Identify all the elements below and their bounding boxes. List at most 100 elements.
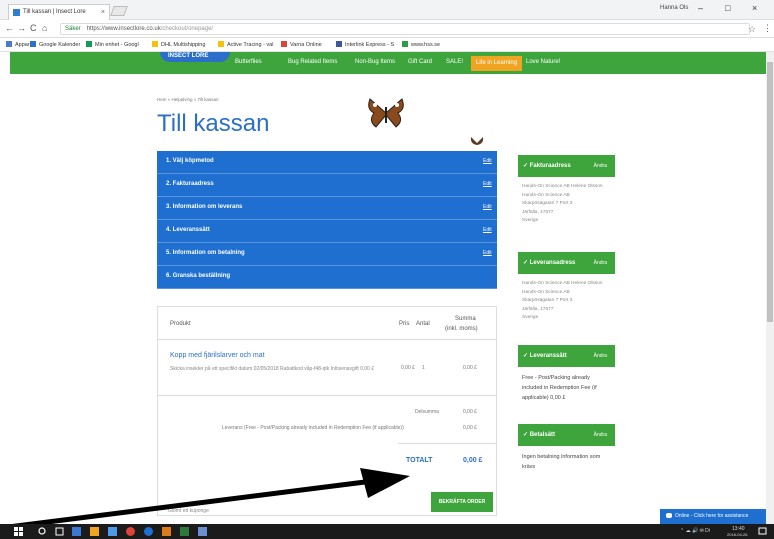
payment-method-edit[interactable]: Ändra [594,432,607,438]
minimize-icon[interactable]: – [698,3,703,13]
step-shipping-info[interactable]: 3. Information om leverans Edit [157,197,497,220]
step-label: 2. Fakturaadress [166,181,214,187]
windows-start-icon[interactable] [14,527,23,536]
taskbar-app-icon[interactable] [180,527,189,536]
live-chat-button[interactable]: Online - Click here for assistance [660,509,766,524]
system-tray[interactable]: ⌃ ☁ 🔊 ✉ Di [680,528,710,534]
payment-method-header: ✓ Betalsätt Ändra [518,424,615,446]
clock-date[interactable]: 2018-04-26 [727,532,747,537]
taskbar-app-icon[interactable] [108,527,117,536]
col-product: Produkt [170,321,191,327]
bookmark-item[interactable]: Min enhet - Googl [86,41,139,48]
payment-method-body: Ingen betalning information som krävs [518,446,615,472]
bookmark-label: Google Kalender [39,42,81,48]
step-edit-link[interactable]: Edit [483,181,492,187]
step-label: 3. Information om leverans [166,204,243,210]
payment-method-title: ✓ Betalsätt [523,432,556,438]
forward-icon[interactable]: → [17,23,26,33]
nav-love-nature[interactable]: Love Nature! [526,59,560,65]
bookmark-item[interactable]: Active Tracing - val [218,41,273,48]
address-line: Sverige [522,315,539,320]
step-edit-link[interactable]: Edit [483,204,492,210]
new-tab-button[interactable] [110,6,128,16]
bookmark-favicon-icon [86,41,92,47]
step-edit-link[interactable]: Edit [483,227,492,233]
billing-address-edit[interactable]: Ändra [594,163,607,169]
chrome-icon[interactable] [126,527,135,536]
step-purchase-method[interactable]: 1. Välj köpmetod Edit [157,151,497,174]
step-label: 1. Välj köpmetod [166,158,214,164]
shipping-method-edit[interactable]: Ändra [594,353,607,359]
breadcrumb[interactable]: Hem » Helpalving » Till kassan [157,97,219,102]
nav-butterflies[interactable]: Butterflies [235,59,262,65]
logo-text: INSECT LORE [168,53,209,59]
billing-address-header: ✓ Fakturaadress Ändra [518,155,615,177]
divider [398,443,496,444]
product-qty: 1 [422,365,425,371]
file-explorer-icon[interactable] [90,527,99,536]
nav-non-bug-items[interactable]: Non-Bug Items [355,59,395,65]
product-price: 0,00 £ [401,365,415,371]
back-icon[interactable]: ← [5,23,14,33]
total-value: 0,00 £ [463,457,483,464]
address-bar-row: ← → C ⌂ Säker https://www.insectlore.co.u… [0,20,774,38]
bookmark-favicon-icon [336,41,342,47]
divider [158,339,496,340]
taskbar-app-icon[interactable] [198,527,207,536]
step-label: 5. Information om betalning [166,250,245,256]
tab-close-icon[interactable]: × [101,5,105,20]
close-window-icon[interactable]: × [752,3,757,13]
step-edit-link[interactable]: Edit [483,250,492,256]
bookmark-label: Min enhet - Googl [95,42,139,48]
notifications-icon[interactable] [758,527,767,536]
step-billing-address[interactable]: 2. Fakturaadress Edit [157,174,497,197]
browser-tab[interactable]: Till kassan | Insect Lore × [8,4,110,20]
billing-address-summary: ✓ Fakturaadress Ändra Hands-On Science A… [518,155,615,226]
profile-name[interactable]: Hanna Ols [660,5,688,11]
bookmark-item[interactable]: Google Kalender [30,41,80,48]
butterfly-decoration-icon [368,98,404,128]
nav-gift-card[interactable]: Gift Card [408,59,432,65]
step-shipping-method[interactable]: 4. Leveranssätt Edit [157,220,497,243]
bookmark-item[interactable]: DHL Multishipping [152,41,205,48]
taskbar-app-icon[interactable] [162,527,171,536]
site-logo[interactable]: INSECT LORE [160,52,230,62]
divider [158,395,496,396]
bookmark-favicon-icon [218,41,224,47]
nav-life-in-learning[interactable]: Life in Learning [471,56,523,71]
scrollbar-thumb[interactable] [767,62,773,322]
bookmark-item[interactable]: Varna Online [281,41,322,48]
reload-icon[interactable]: C [30,23,37,33]
confirm-order-button[interactable]: BEKRÄFTA ORDER [431,492,493,512]
shipping-address-title: ✓ Leveransadress [523,260,576,266]
nav-bug-related-items[interactable]: Bug Related Items [288,59,337,65]
address-line: Skarpösägatan 7 Port 3 [522,201,573,206]
taskbar-app-icon[interactable] [144,527,153,536]
bookmark-item[interactable]: Interlink Express - S [336,41,394,48]
shipping-address-edit[interactable]: Ändra [594,260,607,266]
step-review-order[interactable]: 6. Granska beställning [157,266,497,289]
page-scrollbar[interactable] [766,52,774,524]
browser-menu-icon[interactable]: ⋮ [763,23,772,34]
shipping-method-summary: ✓ Leveranssätt Ändra Free - Post/Packing… [518,345,615,403]
bookmark-label: DHL Multishipping [161,42,206,48]
bookmark-star-icon[interactable]: ☆ [748,24,756,35]
shipping-method-title: ✓ Leveranssätt [523,353,567,359]
url-input[interactable]: Säker https://www.insectlore.co.uk/checko… [60,23,750,35]
maximize-icon[interactable]: □ [725,3,730,13]
bookmark-item[interactable]: www.hss.se [402,41,440,48]
step-edit-link[interactable]: Edit [483,158,492,164]
step-payment-info[interactable]: 5. Information om betalning Edit [157,243,497,266]
home-icon[interactable]: ⌂ [42,23,47,33]
shipping-address-body: Hands-On Science AB Helene Olsson Hands-… [518,274,615,323]
nav-sale[interactable]: SALE! [446,59,463,65]
bookmark-favicon-icon [281,41,287,47]
task-view-icon[interactable] [55,527,64,536]
bookmark-label: Interlink Express - S [345,42,395,48]
address-line: Hands-On Science AB [522,289,570,295]
search-icon[interactable] [38,527,47,536]
site-nav-bar: INSECT LORE Butterflies Bug Related Item… [10,52,766,74]
taskbar-app-icon[interactable] [72,527,81,536]
tab-title: Till kassan | Insect Lore [23,9,86,15]
bookmark-item[interactable]: Appar [6,41,30,48]
